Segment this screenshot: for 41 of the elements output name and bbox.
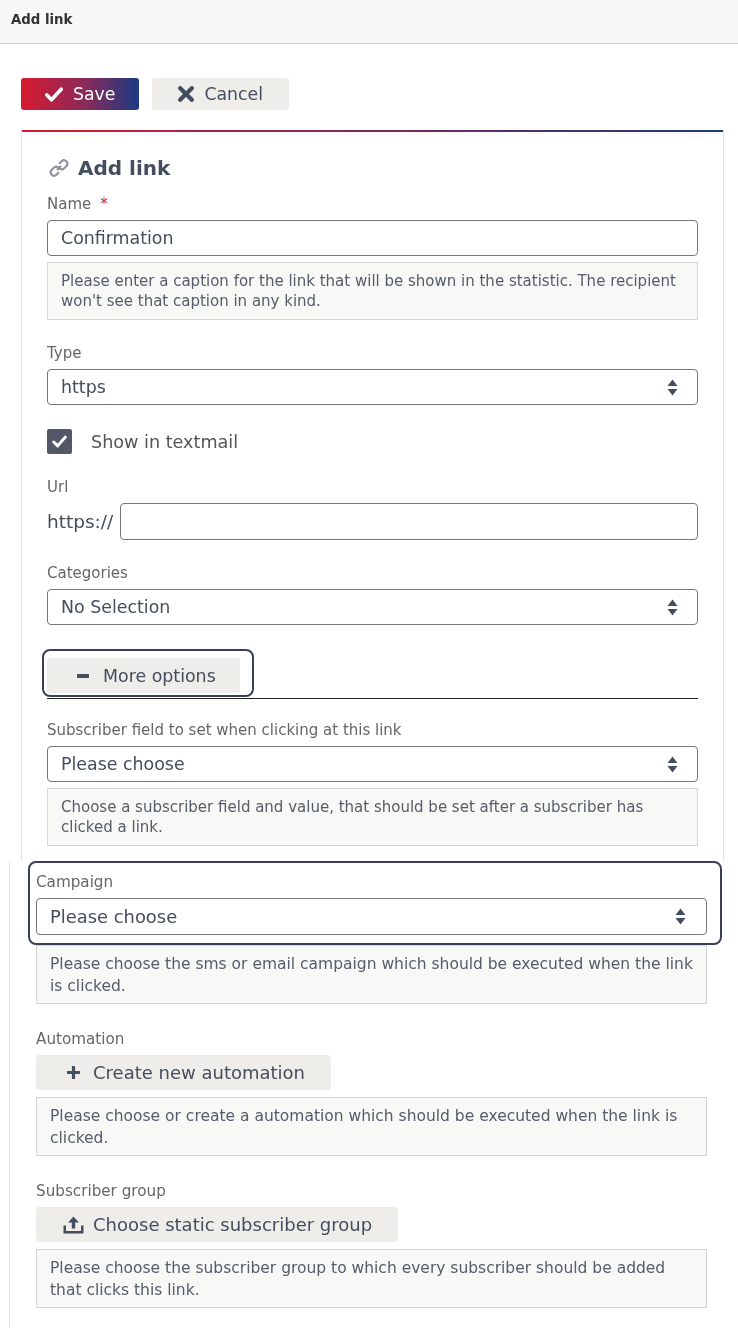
form-title: Add link (78, 156, 171, 180)
checkbox[interactable] (47, 429, 72, 454)
link-icon (49, 158, 69, 178)
save-button[interactable]: Save (21, 78, 140, 110)
url-prefix: https:// (47, 511, 114, 532)
sort-arrows-icon (667, 378, 678, 396)
select-field[interactable]: Please choose (36, 898, 707, 935)
sort-arrows-icon (675, 908, 686, 925)
url-input[interactable] (120, 503, 698, 540)
close-icon (178, 86, 195, 102)
help-text: Please choose the sms or email campaign which should be executed when the link is clicked. (36, 945, 707, 1004)
choose-group-button[interactable]: Choose static subscriber group (36, 1207, 399, 1242)
upload-icon (63, 1215, 84, 1234)
minus-icon (77, 673, 89, 678)
text-input[interactable]: Confirmation (47, 220, 698, 256)
field-label: Type (47, 344, 82, 362)
required-mark: * (100, 195, 108, 213)
plus-icon (67, 1066, 80, 1079)
window-title: Add link (11, 12, 73, 27)
field-label: Subscriber field to set when clicking at this link (47, 721, 402, 739)
help-text: Please choose the subscriber group to which every subscriber should be added that clicks this link. (36, 1249, 707, 1308)
field-label: Categories (47, 564, 128, 582)
sort-arrows-icon (667, 598, 678, 616)
help-text: Please choose or create a automation which should be executed when the link is clicked. (36, 1097, 707, 1156)
select-field[interactable]: No Selection (47, 589, 698, 625)
help-text: Please enter a caption for the link that will be shown in the statistic. The recipient won't see that caption in any kind. (47, 262, 698, 320)
field-label: Name (47, 195, 92, 213)
checkbox-label: Show in textmail (91, 431, 239, 452)
field-label: Campaign (36, 873, 114, 891)
more-options-button[interactable]: More options (47, 658, 240, 693)
select-field[interactable]: Please choose (47, 746, 698, 782)
select-field[interactable]: https (47, 369, 698, 405)
check-icon (52, 435, 67, 448)
help-text: Choose a subscriber field and value, that should be set after a subscriber has clicked a link. (47, 788, 698, 846)
sort-arrows-icon (667, 755, 678, 773)
field-label: Subscriber group (36, 1182, 166, 1200)
check-icon (45, 86, 63, 102)
field-label: Automation (36, 1030, 125, 1048)
field-label: Url (47, 478, 69, 496)
create-automation-button[interactable]: Create new automation (36, 1055, 331, 1090)
cancel-button[interactable]: Cancel (152, 78, 289, 110)
